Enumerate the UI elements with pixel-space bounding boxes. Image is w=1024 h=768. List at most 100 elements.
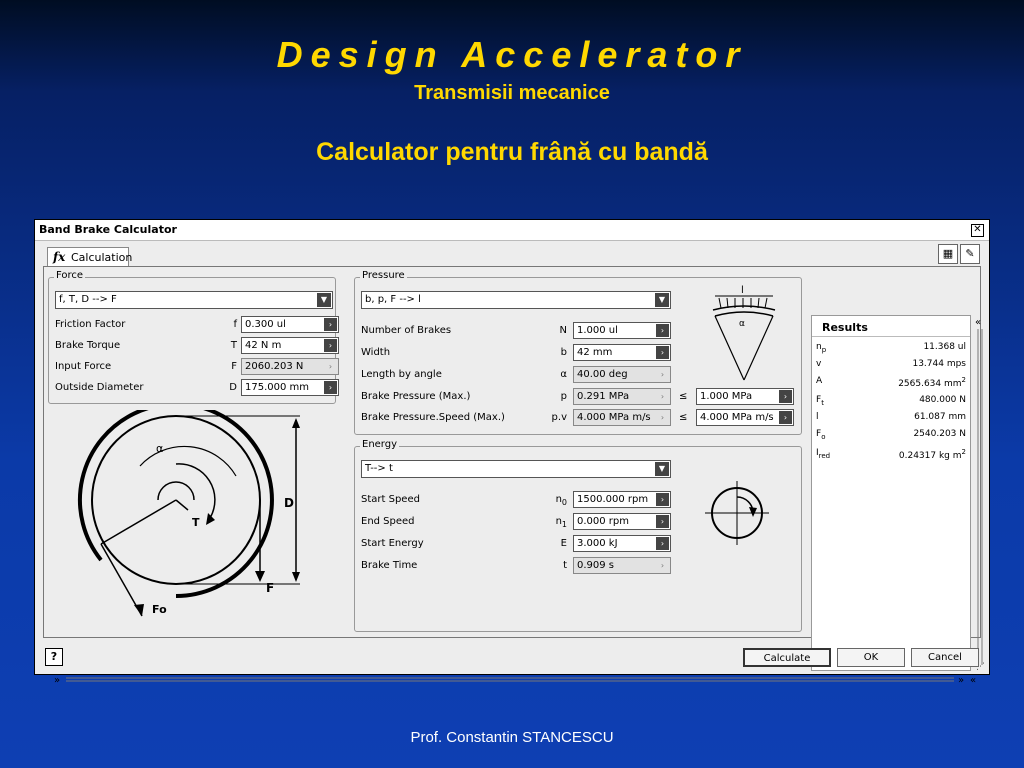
pressure-row-0-value-field[interactable]: 1.000 ul ›	[573, 322, 671, 339]
chevron-right-icon[interactable]: ›	[656, 324, 669, 337]
energy-row-3-value: 0.909 s	[577, 560, 615, 571]
collapse-right-icon: «	[975, 317, 981, 328]
band-arc	[77, 410, 274, 598]
chevron-right-icon[interactable]: ›	[656, 537, 669, 550]
result-row-0-value: 11.368 ul	[923, 342, 966, 352]
result-row-0-symbol-sub: p	[821, 345, 827, 354]
calculate-button[interactable]: Calculate	[743, 648, 831, 667]
pressure-row-1-value: 42 mm	[577, 347, 613, 358]
ok-button[interactable]: OK	[837, 648, 905, 667]
result-row-6-symbol-sub: red	[818, 451, 831, 460]
chevron-right-icon[interactable]: ›	[324, 339, 337, 352]
result-row-3-value: 480.000 N	[919, 395, 966, 405]
pressure-row-3-value: 0.291 MPa	[577, 391, 630, 402]
pressure-row-4-value-field: 4.000 MPa m/s ›	[573, 409, 671, 426]
dialog-title: Band Brake Calculator	[39, 223, 177, 236]
pressure-row-4-operator: ≤	[679, 412, 688, 423]
cancel-button[interactable]: Cancel	[911, 648, 979, 667]
pressure-row-0-value: 1.000 ul	[577, 325, 618, 336]
notes-icon[interactable]: ✎	[960, 244, 980, 264]
energy-row-2-value-field[interactable]: 3.000 kJ ›	[573, 535, 671, 552]
energy-row-3-value-field: 0.909 s ›	[573, 557, 671, 574]
energy-mode-select[interactable]: T--> t ▼	[361, 460, 671, 478]
result-row-0-value-text: 11.368 ul	[923, 342, 966, 352]
calculator-icon[interactable]: ▦	[938, 244, 958, 264]
pressure-row-1-label: Width	[361, 347, 391, 358]
slide-heading: Calculator pentru frână cu bandă	[316, 138, 708, 166]
result-row-2-symbol-main: A	[816, 376, 823, 386]
pressure-row-0-label: Number of Brakes	[361, 325, 452, 336]
force-row-3-value: 175.000 mm	[245, 382, 310, 393]
energy-row-2-symbol: E	[541, 538, 567, 551]
force-mode-select[interactable]: f, T, D --> F ▼	[55, 291, 333, 309]
pressure-row-3-limit-value-field[interactable]: 1.000 MPa ›	[696, 388, 794, 405]
torque-arc	[175, 463, 216, 519]
chevron-right-icon: ›	[324, 360, 337, 373]
chevron-right-icon[interactable]: ›	[656, 346, 669, 359]
result-row-5-symbol: Fo	[816, 429, 825, 441]
pressure-row-2-symbol: α	[560, 369, 567, 380]
result-row-5-symbol-sub: o	[821, 432, 826, 441]
force-row-1-value: 42 N m	[245, 340, 282, 351]
result-row-2-value-text: 2565.634 mm	[898, 379, 962, 389]
result-row-2-symbol: A	[816, 376, 822, 388]
expand-right-icon: »	[958, 675, 964, 686]
results-collapse-bar[interactable]: «	[974, 315, 986, 671]
force-row-3-symbol: D	[229, 382, 237, 393]
energy-row-0-symbol: n0	[541, 494, 567, 507]
pressure-row-3-operator: ≤	[679, 391, 688, 402]
chevron-right-icon: ›	[656, 390, 669, 403]
inner-arc	[157, 481, 195, 501]
pressure-row-3-limit-value: 1.000 MPa	[700, 391, 753, 402]
expand-bar[interactable]: » » «	[52, 672, 982, 686]
chevron-down-icon[interactable]: ▼	[655, 462, 669, 476]
fx-icon: fx	[53, 250, 66, 264]
energy-row-1-value-field[interactable]: 0.000 rpm ›	[573, 513, 671, 530]
chevron-down-icon[interactable]: ▼	[655, 293, 669, 307]
result-row-3-symbol-sub: t	[821, 398, 824, 407]
result-row-6-value: 0.24317 kg m2	[899, 448, 966, 461]
pressure-row-1-value-field[interactable]: 42 mm ›	[573, 344, 671, 361]
chevron-right-icon[interactable]: ›	[324, 318, 337, 331]
alpha-segment-label: α	[739, 319, 745, 329]
pressure-mode-select[interactable]: b, p, F --> l ▼	[361, 291, 671, 309]
pressure-row-2-value-field: 40.00 deg ›	[573, 366, 671, 383]
chevron-down-icon[interactable]: ▼	[317, 293, 331, 307]
energy-group: Energy T--> t ▼ Start Speed n0 1500.000 rp…	[354, 439, 802, 632]
chevron-right-icon[interactable]: ›	[656, 515, 669, 528]
result-row-4-symbol-main: l	[816, 412, 819, 422]
force-row-3-value-field[interactable]: 175.000 mm ›	[241, 379, 339, 396]
energy-row-2-value: 3.000 kJ	[577, 538, 618, 549]
tab-calculation[interactable]: fx Calculation	[47, 247, 132, 268]
result-row-2-value-sup: 2	[961, 376, 966, 384]
energy-row-0-symbol-sub: 0	[561, 498, 567, 507]
pressure-row-4-value: 4.000 MPa m/s	[577, 412, 651, 423]
force-group-title: Force	[54, 270, 86, 281]
chevron-right-icon: ›	[656, 368, 669, 381]
force-row-0-value-field[interactable]: 0.300 ul ›	[241, 316, 339, 333]
radius-line	[100, 499, 177, 545]
result-row-6-value-text: 0.24317 kg m	[898, 451, 962, 461]
slide-subtitle: Transmisii mecanice	[414, 82, 610, 104]
band-bot-arc	[714, 311, 774, 317]
pressure-group-title: Pressure	[360, 270, 407, 281]
resize-grip-icon[interactable]: ⋰	[976, 662, 985, 672]
energy-row-0-value-field[interactable]: 1500.000 rpm ›	[573, 491, 671, 508]
chevron-right-icon[interactable]: ›	[779, 411, 792, 424]
chevron-right-icon[interactable]: ›	[324, 381, 337, 394]
diameter-label: D	[284, 496, 294, 510]
result-row-6-value-sup: 2	[961, 448, 966, 456]
result-row-3-value-text: 480.000 N	[919, 395, 966, 405]
help-button[interactable]: ?	[45, 648, 63, 666]
chevron-right-icon: ›	[656, 411, 669, 424]
energy-row-2-symbol-main: E	[560, 538, 567, 549]
force-row-1-value-field[interactable]: 42 N m ›	[241, 337, 339, 354]
torque-label: T	[192, 516, 200, 529]
chevron-right-icon[interactable]: ›	[656, 493, 669, 506]
close-icon[interactable]: ✕	[971, 224, 984, 237]
rotation-diagram	[705, 481, 769, 545]
chevron-right-icon[interactable]: ›	[779, 390, 792, 403]
pressure-row-4-limit-value-field[interactable]: 4.000 MPa m/s ›	[696, 409, 794, 426]
slide-footer: Prof. Constantin STANCESCU	[410, 729, 614, 746]
length-label: l	[741, 285, 744, 296]
